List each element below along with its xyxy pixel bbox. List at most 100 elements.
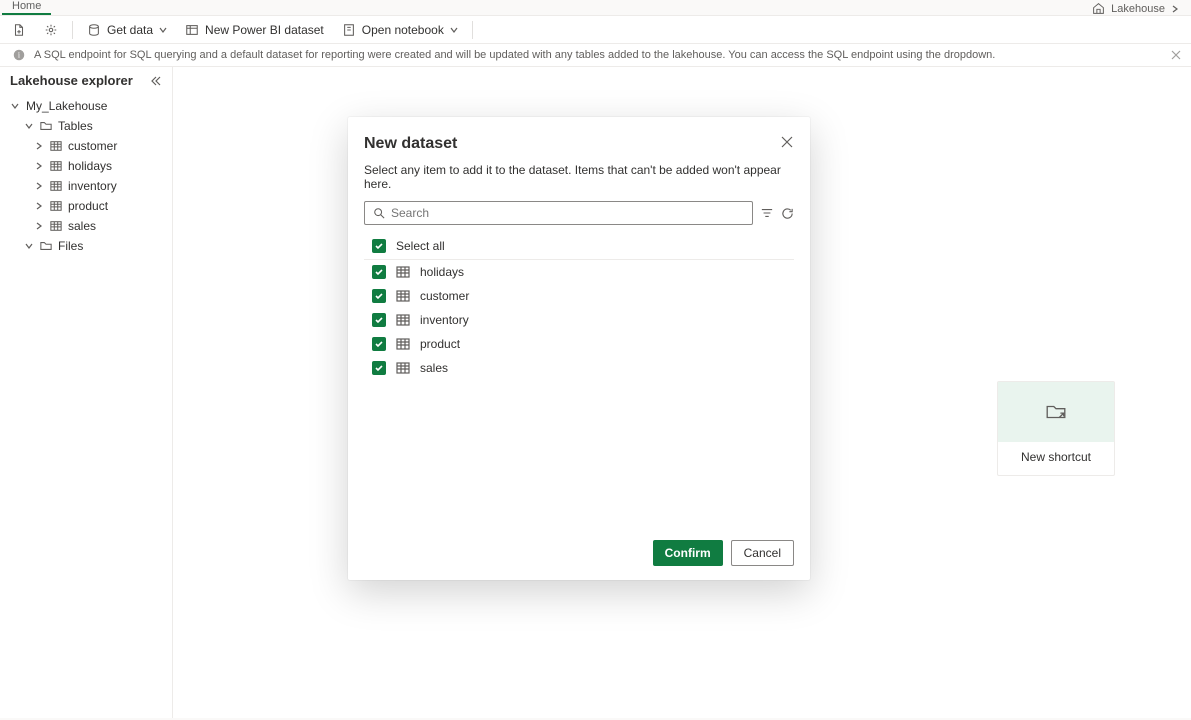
filter-icon [761, 207, 773, 219]
dataset-item-product[interactable]: product [364, 332, 794, 356]
workspace-label: Lakehouse [1111, 3, 1165, 15]
dataset-item-sales[interactable]: sales [364, 356, 794, 380]
item-checkbox[interactable] [372, 337, 386, 351]
chevron-down-icon [24, 121, 34, 131]
search-input-wrapper[interactable] [364, 201, 753, 225]
collapse-sidebar-button[interactable] [150, 75, 162, 87]
chevron-down-icon [450, 26, 458, 34]
file-plus-icon [12, 23, 26, 37]
folder-icon [40, 120, 52, 132]
tree-table-product[interactable]: product [0, 196, 172, 216]
new-powerbi-dataset-button[interactable]: New Power BI dataset [181, 21, 328, 39]
tree-node-tables[interactable]: Tables [0, 116, 172, 136]
chevron-right-icon [34, 181, 44, 191]
refresh-icon [781, 207, 794, 220]
tree-root-lakehouse[interactable]: My_Lakehouse [0, 96, 172, 116]
lakehouse-icon [1092, 2, 1105, 15]
item-checkbox[interactable] [372, 361, 386, 375]
dataset-item-customer[interactable]: customer [364, 284, 794, 308]
dialog-close-button[interactable] [780, 135, 794, 149]
get-data-label: Get data [107, 23, 153, 37]
item-label: customer [420, 289, 469, 303]
app-topbar: Home Lakehouse [0, 0, 1191, 16]
table-icon [50, 180, 62, 192]
info-banner: i A SQL endpoint for SQL querying and a … [0, 44, 1191, 67]
table-icon [396, 313, 410, 327]
files-label: Files [58, 239, 83, 253]
item-label: sales [420, 361, 448, 375]
toolbar: Get data New Power BI dataset Open noteb… [0, 16, 1191, 44]
check-icon [374, 363, 384, 373]
table-icon [396, 265, 410, 279]
check-icon [374, 267, 384, 277]
dialog-title: New dataset [364, 135, 457, 153]
tables-label: Tables [58, 119, 93, 133]
select-all-row[interactable]: Select all [364, 237, 794, 260]
select-all-label: Select all [396, 239, 445, 253]
info-banner-text: A SQL endpoint for SQL querying and a de… [34, 49, 995, 61]
tree-table-label: sales [68, 219, 96, 233]
search-input[interactable] [391, 206, 744, 220]
toolbar-separator [472, 21, 473, 39]
table-icon [50, 160, 62, 172]
explorer-tree: My_Lakehouse Tables customer holidays inve… [0, 96, 172, 256]
get-data-button[interactable]: Get data [83, 21, 171, 39]
tree-table-customer[interactable]: customer [0, 136, 172, 156]
tab-home[interactable]: Home [2, 0, 51, 15]
filter-button[interactable] [761, 207, 773, 219]
item-checkbox[interactable] [372, 313, 386, 327]
banner-close-button[interactable] [1171, 50, 1181, 60]
open-notebook-label: Open notebook [362, 23, 444, 37]
new-shortcut-card[interactable]: New shortcut [997, 381, 1115, 476]
chevron-right-icon [34, 201, 44, 211]
tree-node-files[interactable]: Files [0, 236, 172, 256]
toolbar-separator [72, 21, 73, 39]
new-shortcut-label: New shortcut [1013, 442, 1099, 472]
notebook-icon [342, 23, 356, 37]
info-icon: i [12, 48, 26, 62]
tree-table-label: customer [68, 139, 117, 153]
gear-icon [44, 23, 58, 37]
chevron-down-icon [159, 26, 167, 34]
chevron-right-icon [34, 161, 44, 171]
tree-table-label: inventory [68, 179, 117, 193]
item-label: product [420, 337, 460, 351]
tree-root-label: My_Lakehouse [26, 99, 107, 113]
cancel-button[interactable]: Cancel [731, 540, 794, 566]
folder-icon [40, 240, 52, 252]
new-dataset-dialog: New dataset Select any item to add it to… [348, 117, 810, 580]
select-all-checkbox[interactable] [372, 239, 386, 253]
table-icon [50, 220, 62, 232]
dataset-item-inventory[interactable]: inventory [364, 308, 794, 332]
check-icon [374, 291, 384, 301]
dataset-item-holidays[interactable]: holidays [364, 260, 794, 284]
tree-table-inventory[interactable]: inventory [0, 176, 172, 196]
dialog-subtitle: Select any item to add it to the dataset… [364, 163, 794, 191]
open-notebook-button[interactable]: Open notebook [338, 21, 462, 39]
new-pbi-dataset-label: New Power BI dataset [205, 23, 324, 37]
chevron-right-icon [34, 221, 44, 231]
sidebar-title: Lakehouse explorer [10, 73, 133, 88]
table-icon [396, 361, 410, 375]
database-icon [87, 23, 101, 37]
lakehouse-explorer-panel: Lakehouse explorer My_Lakehouse Tables c… [0, 67, 173, 718]
check-icon [374, 315, 384, 325]
refresh-button[interactable] [781, 207, 794, 220]
check-icon [374, 241, 384, 251]
close-icon [1171, 50, 1181, 60]
item-label: holidays [420, 265, 464, 279]
item-checkbox[interactable] [372, 289, 386, 303]
tree-table-sales[interactable]: sales [0, 216, 172, 236]
table-icon [396, 289, 410, 303]
tree-table-label: product [68, 199, 108, 213]
item-label: inventory [420, 313, 469, 327]
tree-table-holidays[interactable]: holidays [0, 156, 172, 176]
new-file-button[interactable] [8, 21, 30, 39]
table-icon [396, 337, 410, 351]
close-icon [780, 135, 794, 149]
item-checkbox[interactable] [372, 265, 386, 279]
confirm-button[interactable]: Confirm [653, 540, 723, 566]
settings-button[interactable] [40, 21, 62, 39]
workspace-switcher[interactable]: Lakehouse [1086, 0, 1185, 17]
chevron-right-icon [34, 141, 44, 151]
